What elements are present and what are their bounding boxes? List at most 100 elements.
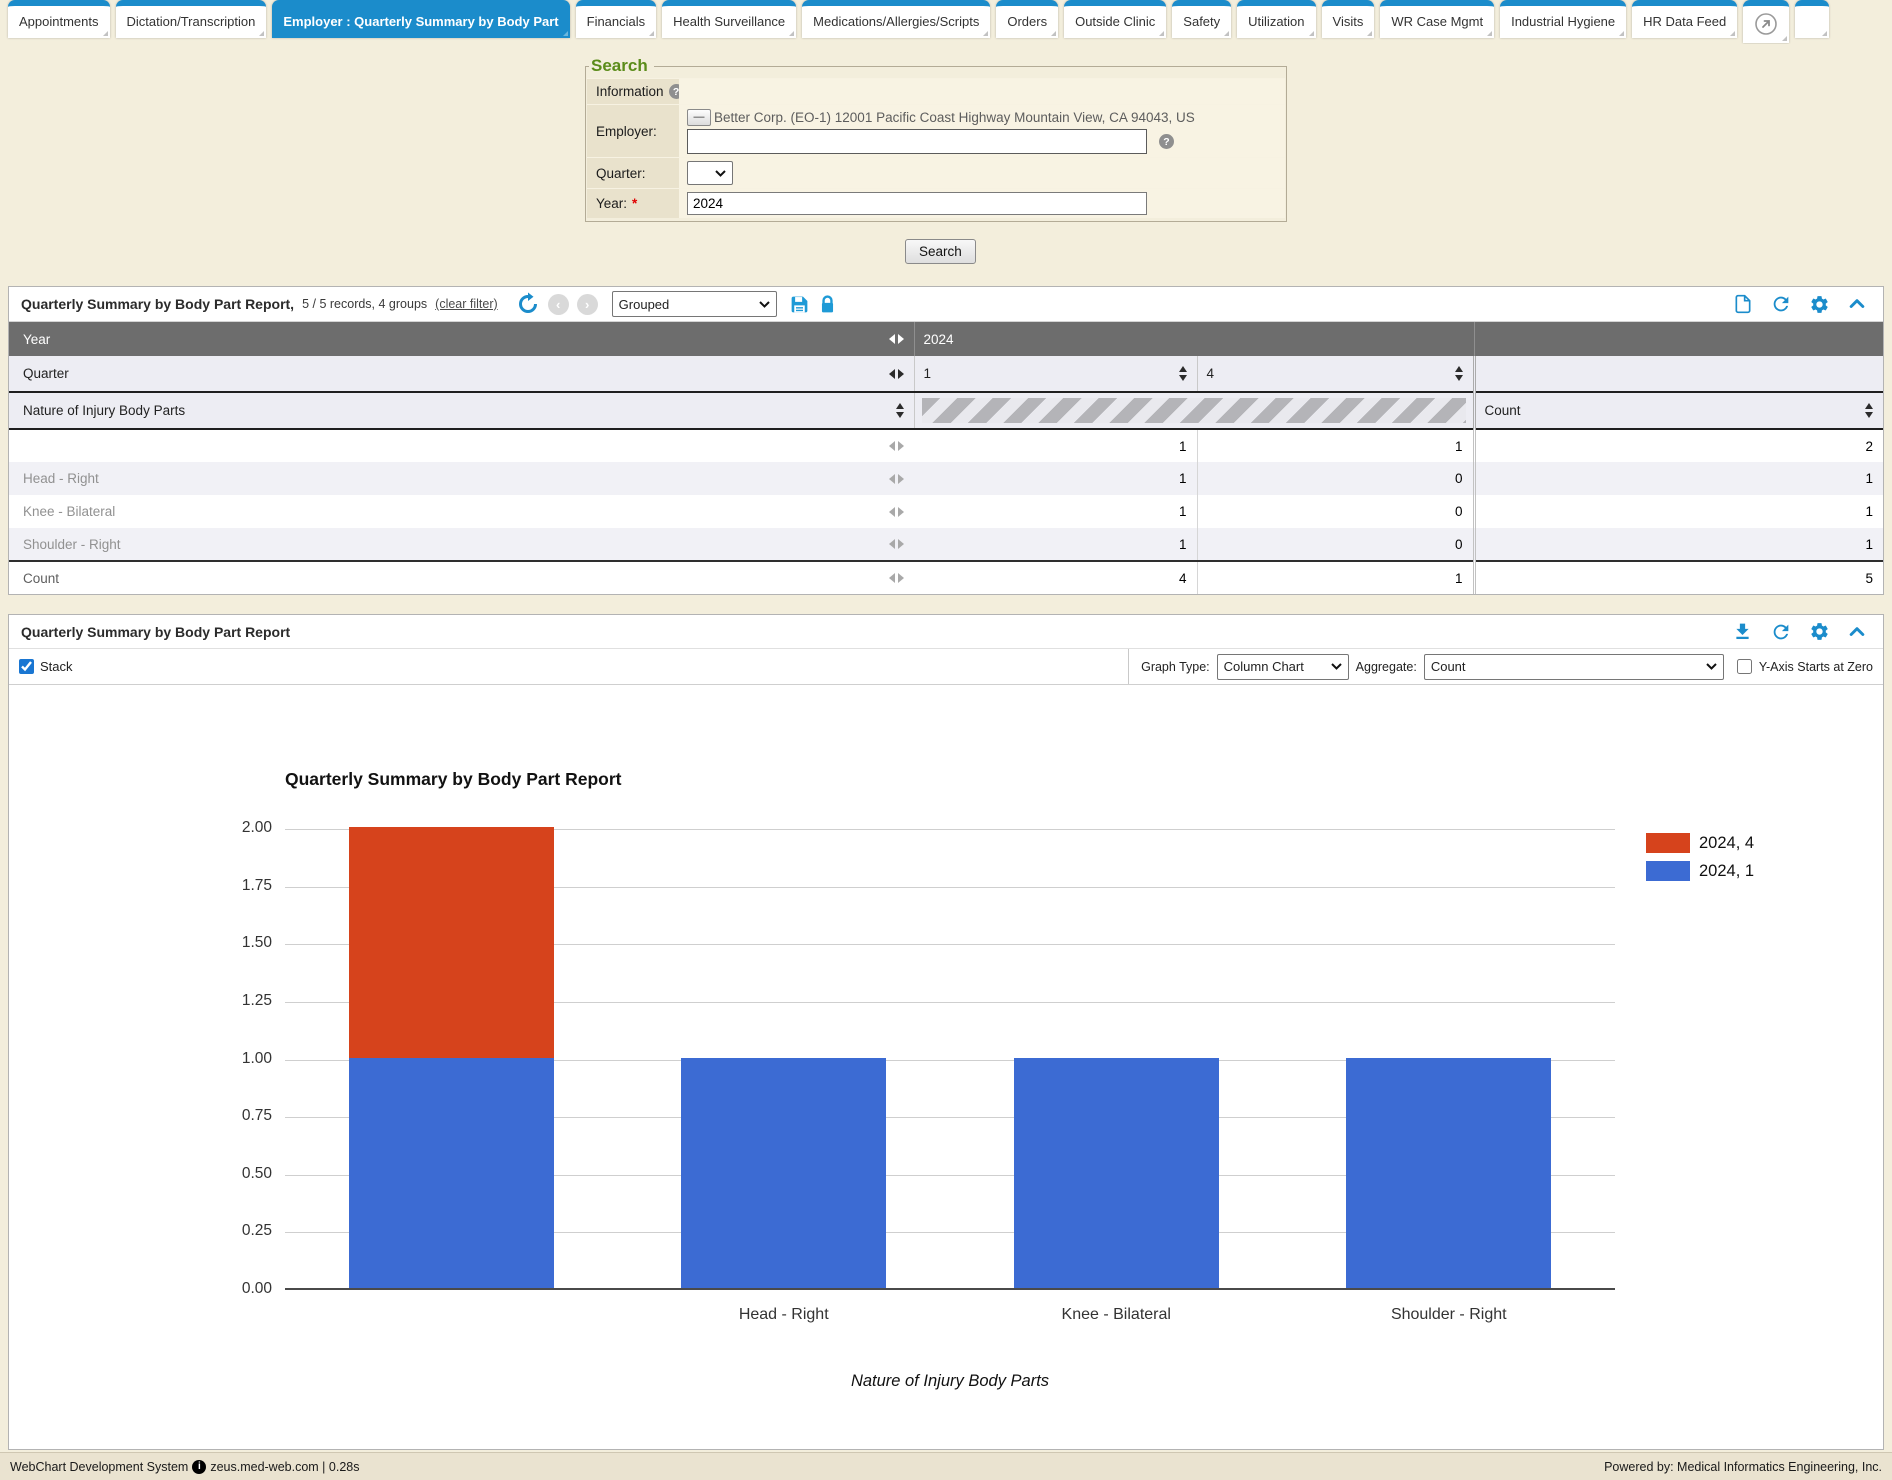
table-total-row: Count415 — [9, 561, 1883, 594]
info-icon[interactable]: i — [192, 1460, 206, 1474]
grid-panel-title: Quarterly Summary by Body Part Report, — [21, 296, 294, 312]
column-move-icon[interactable] — [889, 369, 904, 379]
x-axis-category-label: Knee - Bilateral — [976, 1306, 1256, 1324]
chart-canvas: Quarterly Summary by Body Part Report Na… — [9, 685, 1883, 1449]
save-icon[interactable] — [789, 294, 810, 315]
tab-safety[interactable]: Safety — [1172, 0, 1231, 38]
tab-employer-quarterly-summary-by-body-part[interactable]: Employer : Quarterly Summary by Body Par… — [272, 0, 569, 38]
chart-panel-title: Quarterly Summary by Body Part Report — [21, 624, 290, 640]
header-row-year: Year 2024 — [9, 322, 1883, 356]
chart-controls: Stack Graph Type: Column Chart Aggregate… — [9, 649, 1883, 685]
sort-icon[interactable] — [1455, 366, 1463, 381]
y-axis-tick-label: 1.00 — [200, 1050, 272, 1068]
legend-swatch — [1646, 833, 1690, 853]
status-bar: WebChart Development System i zeus.med-w… — [0, 1452, 1892, 1480]
tab-utilization[interactable]: Utilization — [1237, 0, 1315, 38]
sort-icon[interactable] — [896, 403, 904, 418]
form-row-information: Information ? — [587, 78, 1285, 104]
stack-checkbox[interactable] — [19, 659, 34, 674]
x-axis-category-label: Shoulder - Right — [1309, 1306, 1589, 1324]
tab-health-surveillance[interactable]: Health Surveillance — [662, 0, 796, 38]
footer-powered-by: Powered by: Medical Informatics Engineer… — [1604, 1460, 1882, 1474]
tab-list: AppointmentsDictation/TranscriptionEmplo… — [8, 0, 1737, 38]
header-row-quarter: Quarter 1 4 — [9, 356, 1883, 392]
undo-icon[interactable] — [516, 292, 540, 316]
gear-icon[interactable] — [1809, 294, 1830, 315]
column-move-icon[interactable] — [889, 474, 904, 484]
table-row: 112 — [9, 429, 1883, 462]
stack-label: Stack — [40, 659, 73, 674]
sort-icon[interactable] — [1865, 403, 1873, 418]
column-move-icon[interactable] — [889, 441, 904, 451]
bar-segment — [681, 1058, 886, 1289]
refresh-icon[interactable] — [1770, 293, 1792, 315]
grid-records-count: 5 / 5 records, 4 groups — [302, 297, 427, 311]
tab-clipped[interactable] — [1795, 0, 1829, 38]
tab-financials[interactable]: Financials — [576, 0, 657, 38]
tab-industrial-hygiene[interactable]: Industrial Hygiene — [1500, 0, 1626, 38]
grid-body: 112Head - Right101Knee - Bilateral101Sho… — [9, 429, 1883, 594]
x-axis-category-label: Head - Right — [644, 1306, 924, 1324]
chart-title: Quarterly Summary by Body Part Report — [285, 769, 621, 790]
yaxis-zero-label: Y-Axis Starts at Zero — [1759, 660, 1873, 674]
graph-type-label: Graph Type: — [1141, 660, 1210, 674]
tab-orders[interactable]: Orders — [996, 0, 1058, 38]
year-input[interactable] — [687, 192, 1147, 215]
grid-toolbar: Quarterly Summary by Body Part Report, 5… — [9, 287, 1883, 322]
search-fieldset: Search Information ? Employer: — Better … — [585, 56, 1287, 222]
legend-label: 2024, 4 — [1699, 834, 1754, 853]
collapse-icon[interactable] — [1847, 294, 1867, 314]
clear-filter-link[interactable]: (clear filter) — [435, 297, 498, 311]
tab-external-link[interactable] — [1743, 0, 1789, 43]
search-button[interactable]: Search — [905, 239, 976, 264]
column-move-icon[interactable] — [889, 334, 904, 344]
tab-wr-case-mgmt[interactable]: WR Case Mgmt — [1380, 0, 1494, 38]
column-move-icon[interactable] — [889, 539, 904, 549]
y-axis-tick-label: 0.00 — [200, 1280, 272, 1298]
chart-plot — [285, 829, 1615, 1290]
grid-panel: Quarterly Summary by Body Part Report, 5… — [8, 286, 1884, 595]
employer-label: Employer: — [596, 124, 657, 139]
bar-segment — [1346, 1058, 1551, 1289]
gear-icon[interactable] — [1809, 621, 1830, 642]
download-icon[interactable] — [1732, 621, 1753, 642]
collapse-icon[interactable] — [1847, 622, 1867, 642]
tab-dictation-transcription[interactable]: Dictation/Transcription — [116, 0, 267, 38]
refresh-icon[interactable] — [1770, 621, 1792, 643]
help-icon[interactable]: ? — [1159, 134, 1174, 149]
tab-bar: AppointmentsDictation/TranscriptionEmplo… — [0, 0, 1892, 44]
table-row: Head - Right101 — [9, 462, 1883, 495]
legend-item: 2024, 1 — [1646, 861, 1754, 881]
previous-page-icon: ‹ — [548, 294, 569, 315]
next-page-icon: › — [577, 294, 598, 315]
group-mode-select[interactable]: Grouped — [612, 291, 777, 317]
sort-icon[interactable] — [1179, 366, 1187, 381]
legend-item: 2024, 4 — [1646, 833, 1754, 853]
tab-appointments[interactable]: Appointments — [8, 0, 110, 38]
chevron-down-icon — [1331, 663, 1342, 670]
chevron-down-icon — [1706, 663, 1717, 670]
bar-segment — [349, 827, 554, 1058]
footer-app-name: WebChart Development System — [10, 1460, 188, 1474]
employer-search-input[interactable] — [687, 129, 1147, 154]
tab-outside-clinic[interactable]: Outside Clinic — [1064, 0, 1166, 38]
graph-type-select[interactable]: Column Chart — [1217, 654, 1349, 680]
aggregate-select[interactable]: Count — [1424, 654, 1724, 680]
column-move-icon[interactable] — [889, 507, 904, 517]
tab-medications-allergies-scripts[interactable]: Medications/Allergies/Scripts — [802, 0, 990, 38]
bar-segment — [349, 1058, 554, 1289]
chevron-down-icon — [759, 301, 770, 308]
y-axis-tick-label: 1.50 — [200, 934, 272, 952]
quarter-select[interactable] — [687, 161, 733, 185]
column-move-icon[interactable] — [889, 573, 904, 583]
y-axis-tick-label: 1.75 — [200, 877, 272, 895]
aggregate-label: Aggregate: — [1356, 660, 1417, 674]
new-document-icon[interactable] — [1733, 293, 1753, 315]
tab-visits[interactable]: Visits — [1322, 0, 1375, 38]
legend-label: 2024, 1 — [1699, 862, 1754, 881]
yaxis-zero-checkbox[interactable] — [1737, 659, 1752, 674]
lock-icon[interactable] — [818, 294, 837, 315]
remove-employer-button[interactable]: — — [687, 109, 711, 126]
tab-hr-data-feed[interactable]: HR Data Feed — [1632, 0, 1737, 38]
form-row-employer: Employer: — Better Corp. (EO-1) 12001 Pa… — [587, 104, 1285, 157]
